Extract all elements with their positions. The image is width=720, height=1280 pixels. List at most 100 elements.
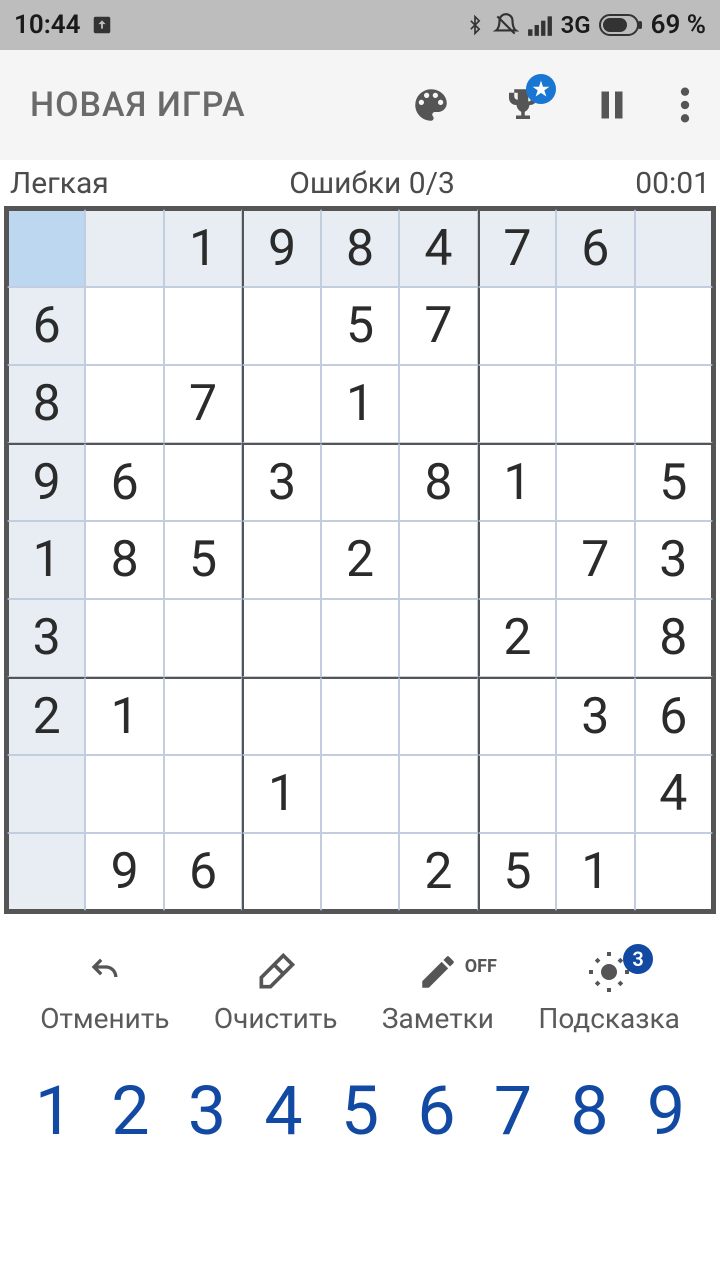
num-4-button[interactable]: 4 — [248, 1071, 320, 1151]
cell-r7-c0[interactable] — [7, 755, 85, 833]
cell-r7-c3[interactable]: 1 — [242, 755, 320, 833]
cell-r2-c1[interactable] — [85, 365, 163, 443]
cell-r8-c5[interactable]: 2 — [399, 833, 477, 911]
cell-r4-c0[interactable]: 1 — [7, 521, 85, 599]
cell-r3-c2[interactable] — [164, 443, 242, 521]
cell-r1-c8[interactable] — [635, 287, 713, 365]
cell-r7-c6[interactable] — [478, 755, 556, 833]
cell-r3-c0[interactable]: 9 — [7, 443, 85, 521]
num-7-button[interactable]: 7 — [477, 1071, 549, 1151]
cell-r7-c5[interactable] — [399, 755, 477, 833]
cell-r6-c0[interactable]: 2 — [7, 677, 85, 755]
cell-r5-c6[interactable]: 2 — [478, 599, 556, 677]
appbar-title[interactable]: НОВАЯ ИГРА — [30, 85, 246, 125]
cell-r1-c0[interactable]: 6 — [7, 287, 85, 365]
cell-r4-c5[interactable] — [399, 521, 477, 599]
cell-r1-c2[interactable] — [164, 287, 242, 365]
num-6-button[interactable]: 6 — [401, 1071, 473, 1151]
cell-r8-c7[interactable]: 1 — [556, 833, 634, 911]
cell-r6-c7[interactable]: 3 — [556, 677, 634, 755]
cell-r0-c2[interactable]: 1 — [164, 209, 242, 287]
cell-r4-c4[interactable]: 2 — [321, 521, 399, 599]
cell-r3-c3[interactable]: 3 — [242, 443, 320, 521]
cell-r6-c5[interactable] — [399, 677, 477, 755]
cell-r0-c7[interactable]: 6 — [556, 209, 634, 287]
num-9-button[interactable]: 9 — [630, 1071, 702, 1151]
cell-r0-c1[interactable] — [85, 209, 163, 287]
cell-r0-c8[interactable] — [635, 209, 713, 287]
undo-button[interactable]: Отменить — [40, 948, 169, 1035]
cell-r8-c4[interactable] — [321, 833, 399, 911]
cell-r6-c4[interactable] — [321, 677, 399, 755]
cell-r2-c6[interactable] — [478, 365, 556, 443]
cell-r6-c8[interactable]: 6 — [635, 677, 713, 755]
cell-r2-c7[interactable] — [556, 365, 634, 443]
num-1-button[interactable]: 1 — [18, 1071, 90, 1151]
cell-r3-c5[interactable]: 8 — [399, 443, 477, 521]
cell-r5-c8[interactable]: 8 — [635, 599, 713, 677]
num-2-button[interactable]: 2 — [95, 1071, 167, 1151]
cell-r2-c0[interactable]: 8 — [7, 365, 85, 443]
cell-r0-c4[interactable]: 8 — [321, 209, 399, 287]
cell-r2-c3[interactable] — [242, 365, 320, 443]
cell-r7-c7[interactable] — [556, 755, 634, 833]
overflow-menu-button[interactable] — [680, 84, 690, 126]
cell-r8-c0[interactable] — [7, 833, 85, 911]
notes-button[interactable]: OFF Заметки — [382, 948, 494, 1035]
cell-r6-c6[interactable] — [478, 677, 556, 755]
cell-r1-c4[interactable]: 5 — [321, 287, 399, 365]
cell-r8-c1[interactable]: 9 — [85, 833, 163, 911]
cell-r6-c1[interactable]: 1 — [85, 677, 163, 755]
cell-r0-c6[interactable]: 7 — [478, 209, 556, 287]
cell-r4-c6[interactable] — [478, 521, 556, 599]
cell-r1-c1[interactable] — [85, 287, 163, 365]
cell-r4-c2[interactable]: 5 — [164, 521, 242, 599]
num-5-button[interactable]: 5 — [324, 1071, 396, 1151]
cell-r5-c2[interactable] — [164, 599, 242, 677]
trophy-button[interactable] — [502, 84, 544, 126]
cell-r3-c4[interactable] — [321, 443, 399, 521]
cell-r1-c6[interactable] — [478, 287, 556, 365]
cell-r1-c5[interactable]: 7 — [399, 287, 477, 365]
cell-r8-c3[interactable] — [242, 833, 320, 911]
cell-r5-c5[interactable] — [399, 599, 477, 677]
cell-r7-c8[interactable]: 4 — [635, 755, 713, 833]
erase-button[interactable]: Очистить — [214, 948, 338, 1035]
pause-button[interactable] — [594, 84, 630, 126]
cell-r1-c7[interactable] — [556, 287, 634, 365]
cell-r2-c8[interactable] — [635, 365, 713, 443]
cell-r4-c8[interactable]: 3 — [635, 521, 713, 599]
cell-r8-c6[interactable]: 5 — [478, 833, 556, 911]
cell-r4-c1[interactable]: 8 — [85, 521, 163, 599]
cell-r5-c4[interactable] — [321, 599, 399, 677]
cell-r2-c2[interactable]: 7 — [164, 365, 242, 443]
cell-r2-c4[interactable]: 1 — [321, 365, 399, 443]
num-3-button[interactable]: 3 — [171, 1071, 243, 1151]
cell-r4-c7[interactable]: 7 — [556, 521, 634, 599]
hint-button[interactable]: 3 Подсказка — [538, 948, 679, 1035]
cell-r2-c5[interactable] — [399, 365, 477, 443]
cell-r0-c5[interactable]: 4 — [399, 209, 477, 287]
cell-r1-c3[interactable] — [242, 287, 320, 365]
cell-r5-c3[interactable] — [242, 599, 320, 677]
cell-r8-c8[interactable] — [635, 833, 713, 911]
cell-r0-c3[interactable]: 9 — [242, 209, 320, 287]
cell-r5-c1[interactable] — [85, 599, 163, 677]
cell-r6-c3[interactable] — [242, 677, 320, 755]
cell-r5-c0[interactable]: 3 — [7, 599, 85, 677]
cell-r3-c6[interactable]: 1 — [478, 443, 556, 521]
num-8-button[interactable]: 8 — [554, 1071, 626, 1151]
cell-r4-c3[interactable] — [242, 521, 320, 599]
cell-r0-c0[interactable] — [7, 209, 85, 287]
theme-button[interactable] — [410, 84, 452, 126]
cell-r7-c1[interactable] — [85, 755, 163, 833]
cell-r5-c7[interactable] — [556, 599, 634, 677]
cell-r3-c1[interactable]: 6 — [85, 443, 163, 521]
cell-r3-c7[interactable] — [556, 443, 634, 521]
cell-r8-c2[interactable]: 6 — [164, 833, 242, 911]
erase-label: Очистить — [214, 1002, 338, 1035]
cell-r6-c2[interactable] — [164, 677, 242, 755]
cell-r3-c8[interactable]: 5 — [635, 443, 713, 521]
cell-r7-c2[interactable] — [164, 755, 242, 833]
cell-r7-c4[interactable] — [321, 755, 399, 833]
